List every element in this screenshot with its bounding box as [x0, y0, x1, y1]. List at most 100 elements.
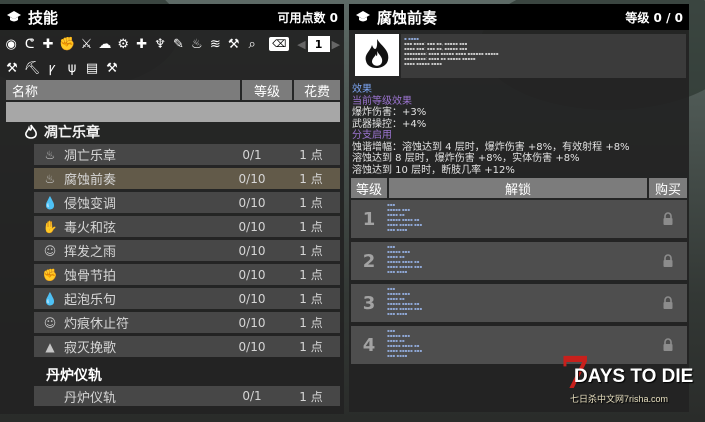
- flame-icon: ♨: [44, 171, 56, 186]
- hammer-icon[interactable]: ⚒: [226, 36, 240, 52]
- skill-row-cost: 1 点: [299, 172, 323, 186]
- available-points: 可用点数 0: [277, 10, 338, 25]
- tier-unlock-text: ▪▪▪ ▪▪▪▪▪ ▪▪▪ ▪▪▪▪ ▪▪ ▪▪▪▪▪ ▪▪▪▪ ▪▪ ▪▪▪▪ ▪▪▪…: [387, 202, 423, 232]
- skill-row[interactable]: ☺ 挥发之雨 0/10 1 点: [34, 240, 340, 261]
- skill-row[interactable]: ▲ 寂灭挽歌 0/10 1 点: [34, 336, 340, 357]
- branch-effect-3: 溶蚀达到 10 层时，断肢几率 +12%: [352, 164, 515, 176]
- current-level-header: 当前等级效果: [352, 95, 412, 107]
- skill-row-level: 0/10: [238, 339, 266, 354]
- tier-unlock-text: ▪▪▪ ▪▪▪▪▪ ▪▪▪ ▪▪▪▪ ▪▪ ▪▪▪▪▪ ▪▪▪▪ ▪▪ ▪▪▪▪ ▪▪▪…: [387, 286, 423, 316]
- skill-row-name: 灼痕休止符: [64, 317, 130, 332]
- skill-row-name-cell: ☺ 挥发之雨: [34, 241, 222, 261]
- column-name[interactable]: 名称: [6, 80, 240, 100]
- plants-icon[interactable]: ψ: [64, 60, 80, 76]
- column-cost[interactable]: 花费: [294, 80, 340, 100]
- tiers-column-buy: 购买: [649, 178, 687, 198]
- search-icon[interactable]: ⌕: [245, 36, 259, 52]
- skill-row-name-cell: ✋ 毒火和弦: [34, 217, 222, 237]
- skill-row-level: 0/10: [238, 243, 266, 258]
- brain-icon[interactable]: ☁: [98, 36, 112, 52]
- pickaxe-icon[interactable]: ⛏: [24, 60, 41, 76]
- fist-icon: ✊: [42, 267, 58, 282]
- effect-info: 效果 当前等级效果 爆炸伤害：+3% 武器操控：+4% 分支启用 蚀谐增幅：溶蚀…: [352, 84, 686, 176]
- skill-row-cost: 1 点: [299, 316, 323, 330]
- skill-row[interactable]: ☺ 灼痕休止符 0/10 1 点: [34, 312, 340, 333]
- gear-icon[interactable]: ⚙: [116, 36, 130, 52]
- graduation-cap-icon: [6, 9, 22, 25]
- skill-row-name: 起泡乐句: [64, 293, 117, 308]
- effect-header: 效果: [352, 84, 372, 95]
- clear-search-icon[interactable]: ⌫: [269, 37, 290, 51]
- skill-row[interactable]: 丹炉仪轨 0/1 1 点: [34, 386, 340, 406]
- tier-level: 1: [362, 208, 376, 230]
- layers-icon[interactable]: ≋: [208, 36, 222, 52]
- pager: ◀ 1 ▶: [297, 36, 340, 52]
- flame-icon: [22, 124, 40, 140]
- next-page-icon[interactable]: ▶: [332, 38, 340, 51]
- tiers-column-unlock: 解锁: [389, 178, 647, 198]
- skill-subgroup-header[interactable]: 丹炉仪轨: [34, 364, 340, 385]
- tier-unlock-text: ▪▪▪ ▪▪▪▪▪ ▪▪▪ ▪▪▪▪ ▪▪ ▪▪▪▪▪ ▪▪▪▪ ▪▪ ▪▪▪▪ ▪▪▪…: [387, 244, 423, 274]
- flame-icon[interactable]: ♨: [190, 36, 204, 52]
- lock-icon[interactable]: [649, 296, 687, 310]
- detail-level: 等级 0 / 0: [625, 10, 683, 25]
- skill-row-level: 0/1: [242, 147, 262, 162]
- skill-row[interactable]: 💧 起泡乐句 0/10 1 点: [34, 288, 340, 309]
- detail-header: 腐蚀前奏 等级 0 / 0: [349, 4, 689, 30]
- tier-row[interactable]: 1 ▪▪▪ ▪▪▪▪▪ ▪▪▪ ▪▪▪▪ ▪▪ ▪▪▪▪▪ ▪▪▪▪ ▪▪ ▪▪▪▪ ▪▪…: [351, 200, 687, 238]
- face-icon: ☺: [43, 315, 57, 330]
- skill-row[interactable]: ✊ 蚀骨节拍 0/10 1 点: [34, 264, 340, 285]
- skill-row[interactable]: ✋ 毒火和弦 0/10 1 点: [34, 216, 340, 237]
- current-effect-2: 武器操控：+4%: [352, 118, 427, 130]
- eye-icon[interactable]: ◉: [4, 36, 18, 52]
- fist-icon[interactable]: ✊: [59, 36, 75, 52]
- watermark-title: DAYS TO DIE: [574, 366, 694, 387]
- skill-row-name-cell: ☺ 灼痕休止符: [34, 313, 222, 333]
- face-icon: ☺: [43, 243, 57, 258]
- lock-icon[interactable]: [649, 254, 687, 268]
- watermark-subtitle: 七日杀中文网7risha.com: [570, 394, 669, 404]
- plus-icon[interactable]: ✚: [41, 36, 55, 52]
- page-number: 1: [307, 36, 330, 52]
- skill-row-level: 0/10: [238, 267, 266, 282]
- tier-row[interactable]: 3 ▪▪▪ ▪▪▪▪▪ ▪▪▪ ▪▪▪▪ ▪▪ ▪▪▪▪▪ ▪▪▪▪ ▪▪ ▪▪▪▪ ▪▪…: [351, 284, 687, 322]
- tier-level: 2: [362, 250, 376, 272]
- wrench-icon[interactable]: ✎: [171, 36, 185, 52]
- skill-row[interactable]: ♨ 凋亡乐章 0/1 1 点: [34, 144, 340, 165]
- skill-row[interactable]: 💧 侵蚀变调 0/10 1 点: [34, 192, 340, 213]
- knife-icon[interactable]: ⚔: [79, 36, 93, 52]
- skill-search-input[interactable]: [6, 102, 340, 122]
- shirt-icon[interactable]: ♆: [153, 36, 167, 52]
- skill-row-level: 0/10: [238, 195, 266, 210]
- branch-header: 分支启用: [352, 130, 392, 141]
- drop-icon: 💧: [42, 195, 58, 210]
- lock-icon[interactable]: [649, 338, 687, 352]
- skill-row-cost: 1 点: [299, 220, 323, 234]
- tiers-column-level: 等级: [351, 178, 387, 198]
- skill-flame-icon: [355, 34, 399, 76]
- prev-page-icon[interactable]: ◀: [297, 38, 305, 51]
- skills-header: 技能 可用点数 0: [0, 4, 344, 30]
- drop-icon: 💧: [42, 291, 58, 306]
- skill-row-level: 0/10: [238, 291, 266, 306]
- current-effect-1: 爆炸伤害：+3%: [352, 107, 427, 118]
- grass-icon[interactable]: ꝩ: [44, 60, 60, 76]
- tools-icon[interactable]: ⚒: [4, 60, 20, 76]
- book-icon[interactable]: ▤: [84, 60, 100, 76]
- strength-arm-icon[interactable]: ᕦ: [22, 36, 36, 52]
- skill-row-level: 0/10: [238, 219, 266, 234]
- skill-table-header: 名称 等级 花费: [6, 80, 340, 100]
- skill-group-header[interactable]: 凋亡乐章: [22, 122, 340, 142]
- skill-row-name-cell: 💧 起泡乐句: [34, 289, 222, 309]
- watermark-logo: 7 DAYS TO DIE 七日杀中文网7risha.com: [560, 352, 700, 406]
- skill-row-cost: 1 点: [299, 196, 323, 210]
- medical-cross-icon[interactable]: ✚: [134, 36, 148, 52]
- skill-row-name-cell: ♨ 腐蚀前奏: [34, 169, 222, 189]
- column-level[interactable]: 等级: [242, 80, 292, 100]
- skill-row[interactable]: ♨ 腐蚀前奏 0/10 1 点: [34, 168, 340, 189]
- hammer-icon-2[interactable]: ⚒: [104, 60, 120, 76]
- lock-icon[interactable]: [649, 212, 687, 226]
- tier-row[interactable]: 2 ▪▪▪ ▪▪▪▪▪ ▪▪▪ ▪▪▪▪ ▪▪ ▪▪▪▪▪ ▪▪▪▪ ▪▪ ▪▪▪▪ ▪▪…: [351, 242, 687, 280]
- branch-effect-1: 蚀谐增幅：溶蚀达到 4 层时，爆炸伤害 +8%，有效射程 +8%: [352, 141, 630, 153]
- skill-row-cost: 1 点: [299, 389, 323, 404]
